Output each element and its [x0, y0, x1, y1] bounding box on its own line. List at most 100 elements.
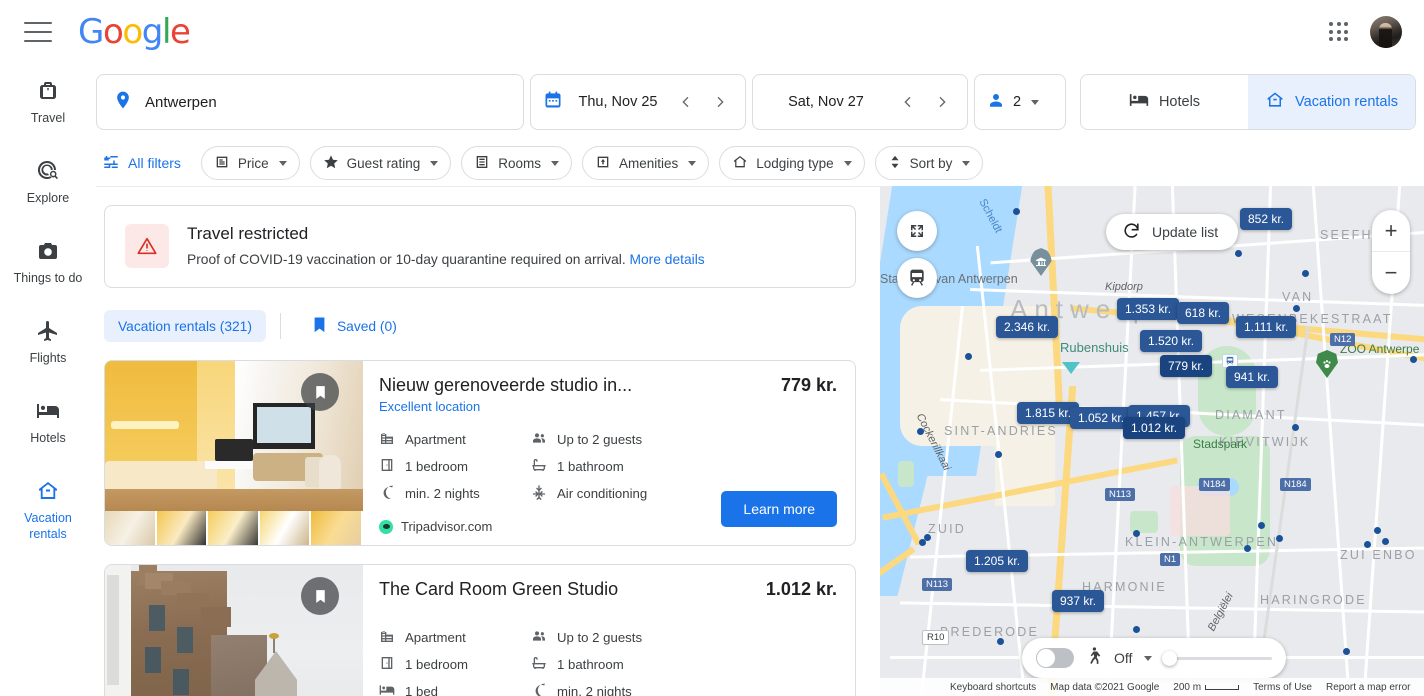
- street-view-slider[interactable]: [1168, 657, 1272, 660]
- all-filters-button[interactable]: All filters: [96, 153, 187, 174]
- map-listing-dot[interactable]: [924, 534, 931, 541]
- learn-more-button[interactable]: Learn more: [721, 491, 837, 527]
- map-price-pin[interactable]: 1.111 kr.: [1236, 316, 1296, 338]
- save-listing-button[interactable]: [301, 577, 339, 615]
- keyboard-shortcuts-link[interactable]: Keyboard shortcuts: [950, 682, 1036, 693]
- listing-title[interactable]: Nieuw gerenoveerde studio in...: [379, 375, 781, 396]
- map-listing-dot[interactable]: [1258, 522, 1265, 529]
- map-listing-dot[interactable]: [1374, 527, 1381, 534]
- filter-chip-amenities[interactable]: Amenities: [582, 146, 709, 180]
- photo-thumbnail[interactable]: [105, 511, 157, 546]
- map-listing-dot[interactable]: [1382, 538, 1389, 545]
- map-listing-dot[interactable]: [1302, 270, 1309, 277]
- map-listing-dot[interactable]: [1244, 545, 1251, 552]
- google-logo[interactable]: Google: [78, 15, 190, 49]
- map-listing-dot[interactable]: [1364, 541, 1371, 548]
- map-listing-dot[interactable]: [917, 428, 924, 435]
- map-listing-dot[interactable]: [1293, 305, 1300, 312]
- hamburger-menu-icon[interactable]: [24, 22, 52, 42]
- map-price-pin[interactable]: 941 kr.: [1226, 366, 1278, 388]
- amenity-bed: 1 bed: [379, 682, 527, 696]
- listing-title[interactable]: The Card Room Green Studio: [379, 579, 766, 600]
- map-canvas[interactable]: [880, 186, 1424, 696]
- map-listing-dot[interactable]: [995, 451, 1002, 458]
- train-icon[interactable]: [897, 258, 937, 298]
- filter-chip-rooms[interactable]: Rooms: [461, 146, 572, 180]
- results-list-panel[interactable]: Travel restricted Proof of COVID-19 vacc…: [96, 186, 880, 696]
- map-listing-dot[interactable]: [1133, 626, 1140, 633]
- guests-selector[interactable]: 2: [974, 74, 1066, 130]
- map-price-pin[interactable]: 937 kr.: [1052, 590, 1104, 612]
- tab-saved[interactable]: Saved (0): [297, 310, 411, 342]
- listing-header: Nieuw gerenoveerde studio in... 779 kr.: [379, 375, 837, 396]
- sidebar-item-things-to-do[interactable]: Things to do: [0, 238, 96, 296]
- checkout-date-field[interactable]: Sat, Nov 27: [752, 74, 968, 130]
- photo-thumbnail[interactable]: [260, 511, 312, 546]
- list-item[interactable]: The Card Room Green Studio 1.012 kr. Apa…: [104, 564, 856, 696]
- save-listing-button[interactable]: [301, 373, 339, 411]
- sidebar-item-vacation-rentals[interactable]: Vacation rentals: [0, 478, 96, 542]
- avatar[interactable]: [1370, 16, 1402, 48]
- map-listing-dot[interactable]: [1133, 530, 1140, 537]
- listing-photo[interactable]: [105, 361, 363, 511]
- logo-letter: o: [103, 12, 122, 52]
- tab-hotels[interactable]: Hotels: [1081, 75, 1248, 129]
- photo-thumbnail[interactable]: [208, 511, 260, 546]
- checkout-prev-day-button[interactable]: [895, 89, 921, 115]
- map-listing-dot[interactable]: [1292, 424, 1299, 431]
- sidebar-item-hotels[interactable]: Hotels: [0, 398, 96, 456]
- list-item[interactable]: Nieuw gerenoveerde studio in... 779 kr. …: [104, 360, 856, 546]
- sidebar-item-explore[interactable]: Explore: [0, 158, 96, 216]
- zoom-out-button[interactable]: −: [1372, 252, 1410, 294]
- filter-chip-price[interactable]: Price: [201, 146, 300, 180]
- apps-grid-icon[interactable]: [1320, 13, 1358, 51]
- street-view-toggle[interactable]: [1036, 648, 1074, 668]
- map-listing-dot[interactable]: [1410, 356, 1417, 363]
- map-listing-dot[interactable]: [965, 353, 972, 360]
- sidebar-item-travel[interactable]: Travel: [0, 78, 96, 136]
- tab-vacation-rentals-count[interactable]: Vacation rentals (321): [104, 310, 266, 342]
- update-list-button[interactable]: Update list: [1106, 214, 1238, 250]
- pegman-walking-icon[interactable]: [1084, 645, 1104, 672]
- terms-of-use-link[interactable]: Terms of Use: [1253, 682, 1312, 693]
- map-price-pin[interactable]: 1.205 kr.: [966, 550, 1028, 572]
- banner-description: Proof of COVID-19 vaccination or 10-day …: [187, 252, 626, 267]
- amenity-label: Up to 2 guests: [557, 432, 642, 447]
- map-listing-dot[interactable]: [1235, 250, 1242, 257]
- chevron-down-icon[interactable]: [1144, 656, 1152, 661]
- checkin-next-day-button[interactable]: [707, 89, 733, 115]
- filter-chip-guest-rating[interactable]: Guest rating: [310, 146, 452, 180]
- header-actions: [1320, 13, 1402, 51]
- map-listing-dot[interactable]: [1343, 648, 1350, 655]
- guests-icon: [531, 628, 547, 647]
- sidebar-item-flights[interactable]: Flights: [0, 318, 96, 376]
- map-price-pin-selected[interactable]: 779 kr.: [1160, 355, 1212, 377]
- location-field[interactable]: [96, 74, 524, 130]
- map-price-pin[interactable]: 2.346 kr.: [996, 316, 1058, 338]
- filter-chip-lodging-type[interactable]: Lodging type: [719, 146, 864, 180]
- tab-vacation-rentals[interactable]: Vacation rentals: [1248, 75, 1415, 129]
- filter-chip-sort-by[interactable]: Sort by: [875, 146, 984, 180]
- map-listing-dot[interactable]: [997, 638, 1004, 645]
- map-price-pin[interactable]: 852 kr.: [1240, 208, 1292, 230]
- checkout-next-day-button[interactable]: [929, 89, 955, 115]
- map-price-pin[interactable]: 1.353 kr.: [1117, 298, 1179, 320]
- map-price-pin[interactable]: 618 kr.: [1177, 302, 1229, 324]
- map-price-pin-selected[interactable]: 1.012 kr.: [1123, 417, 1185, 439]
- report-map-error-link[interactable]: Report a map error: [1326, 682, 1410, 693]
- zoom-in-button[interactable]: +: [1372, 210, 1410, 252]
- checkin-date-field[interactable]: Thu, Nov 25: [530, 74, 746, 130]
- map-price-pin[interactable]: 1.520 kr.: [1140, 330, 1202, 352]
- photo-thumbnail-strip[interactable]: [105, 511, 363, 546]
- map-panel[interactable]: SEEFH VAN WESENBEKESTRAAT DIAMANT SINT-A…: [880, 186, 1424, 696]
- search-input[interactable]: [145, 94, 507, 111]
- moon-icon: [531, 682, 547, 696]
- photo-thumbnail[interactable]: [311, 511, 363, 546]
- expand-arrows-icon[interactable]: [897, 211, 937, 251]
- checkin-prev-day-button[interactable]: [673, 89, 699, 115]
- map-listing-dot[interactable]: [1276, 535, 1283, 542]
- listing-photo[interactable]: [105, 565, 363, 696]
- more-details-link[interactable]: More details: [630, 252, 705, 267]
- photo-thumbnail[interactable]: [157, 511, 209, 546]
- map-listing-dot[interactable]: [1013, 208, 1020, 215]
